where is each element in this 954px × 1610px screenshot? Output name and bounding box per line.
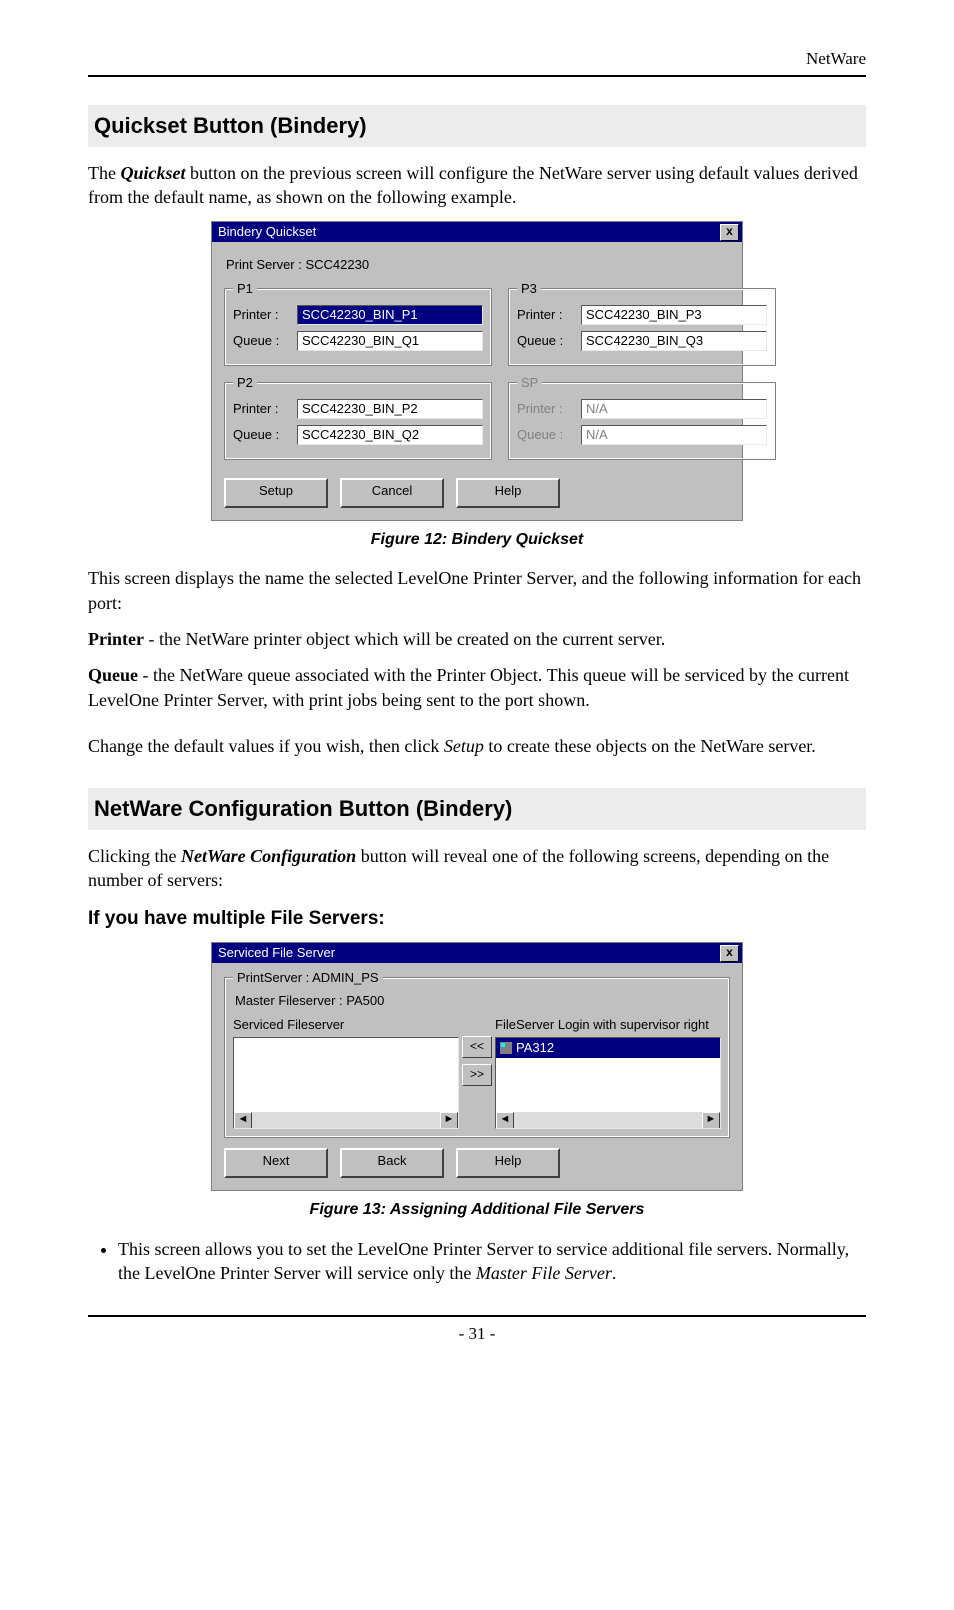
cancel-button[interactable]: Cancel [340, 478, 444, 508]
serviced-fileserver-list[interactable]: ◄ ► [233, 1037, 459, 1129]
dialog2-title: Serviced File Server [218, 944, 718, 962]
section2-subhead: If you have multiple File Servers: [88, 906, 866, 932]
para1-text-a: The [88, 163, 120, 183]
help-button[interactable]: Help [456, 1148, 560, 1178]
group-p1-legend: P1 [233, 280, 257, 298]
page-header-right: NetWare [88, 48, 866, 71]
p1-printer-label: Printer : [233, 306, 297, 324]
sp-queue-input[interactable] [581, 425, 767, 445]
sp-printer-input[interactable] [581, 399, 767, 419]
group-sp: SP Printer : Queue : [508, 382, 776, 460]
para3: Printer - the NetWare printer object whi… [88, 627, 866, 651]
page-number: - 31 - [88, 1323, 866, 1346]
para5: Change the default values if you wish, t… [88, 734, 866, 758]
right-hscrollbar[interactable]: ◄ ► [496, 1112, 720, 1128]
sp-printer-label: Printer : [517, 400, 581, 418]
para5-setup-word: Setup [444, 736, 484, 756]
server-icon [500, 1042, 512, 1054]
group-p2-legend: P2 [233, 374, 257, 392]
move-left-button[interactable]: << [462, 1036, 492, 1058]
s2p-bi: NetWare Configuration [181, 846, 356, 866]
bullet1-i: Master File Server [476, 1263, 612, 1283]
scroll-right-icon[interactable]: ► [440, 1112, 458, 1129]
dialog1-titlebar: Bindery Quickset x [212, 222, 742, 242]
group-printserver-legend: PrintServer : ADMIN_PS [233, 969, 383, 987]
figure12-caption: Figure 12: Bindery Quickset [88, 529, 866, 551]
section2-para: Clicking the NetWare Configuration butto… [88, 844, 866, 893]
para3-rest: - the NetWare printer object which will … [144, 629, 665, 649]
para1-text-c: button on the previous screen will confi… [88, 163, 858, 207]
bullet-1: This screen allows you to set the LevelO… [118, 1237, 866, 1286]
group-sp-legend: SP [517, 374, 542, 392]
setup-button[interactable]: Setup [224, 478, 328, 508]
scroll-left-icon[interactable]: ◄ [234, 1112, 252, 1129]
p3-printer-label: Printer : [517, 306, 581, 324]
group-printserver: PrintServer : ADMIN_PS Master Fileserver… [224, 977, 730, 1138]
para5-b: to create these objects on the NetWare s… [484, 736, 816, 756]
para5-a: Change the default values if you wish, t… [88, 736, 444, 756]
dialog2-titlebar: Serviced File Server x [212, 943, 742, 963]
close-icon[interactable]: x [720, 945, 739, 962]
move-right-button[interactable]: >> [462, 1064, 492, 1086]
figure13-caption: Figure 13: Assigning Additional File Ser… [88, 1199, 866, 1221]
section1-para1: The Quickset button on the previous scre… [88, 161, 866, 210]
dialog1-title: Bindery Quickset [218, 223, 718, 241]
p3-queue-label: Queue : [517, 332, 581, 350]
bullet1-b: . [612, 1263, 617, 1283]
para4: Queue - the NetWare queue associated wit… [88, 663, 866, 712]
available-fileserver-list[interactable]: PA312 ◄ ► [495, 1037, 721, 1129]
section2-heading: NetWare Configuration Button (Bindery) [88, 788, 866, 830]
para4-rest: - the NetWare queue associated with the … [88, 665, 849, 709]
p2-queue-input[interactable] [297, 425, 483, 445]
next-button[interactable]: Next [224, 1148, 328, 1178]
footer-divider [88, 1315, 866, 1317]
para2: This screen displays the name the select… [88, 566, 866, 615]
section1-heading: Quickset Button (Bindery) [88, 105, 866, 147]
header-divider [88, 75, 866, 77]
group-p3: P3 Printer : Queue : [508, 288, 776, 366]
print-server-label: Print Server : SCC42230 [226, 256, 730, 274]
right-list-label: FileServer Login with supervisor right [495, 1016, 721, 1034]
para1-quickset-word: Quickset [120, 163, 185, 183]
p3-queue-input[interactable] [581, 331, 767, 351]
sp-queue-label: Queue : [517, 426, 581, 444]
help-button[interactable]: Help [456, 478, 560, 508]
para4-bold: Queue [88, 665, 138, 685]
left-list-label: Serviced Fileserver [233, 1016, 459, 1034]
figure12-dialog: Bindery Quickset x Print Server : SCC422… [211, 221, 743, 521]
scroll-left-icon[interactable]: ◄ [496, 1112, 514, 1129]
group-p1: P1 Printer : Queue : [224, 288, 492, 366]
back-button[interactable]: Back [340, 1148, 444, 1178]
list-item[interactable]: PA312 [496, 1038, 720, 1058]
p2-printer-input[interactable] [297, 399, 483, 419]
master-fileserver-label: Master Fileserver : PA500 [235, 992, 721, 1010]
p2-printer-label: Printer : [233, 400, 297, 418]
left-hscrollbar[interactable]: ◄ ► [234, 1112, 458, 1128]
list-item-label: PA312 [516, 1039, 554, 1057]
group-p3-legend: P3 [517, 280, 541, 298]
scroll-right-icon[interactable]: ► [702, 1112, 720, 1129]
p3-printer-input[interactable] [581, 305, 767, 325]
group-p2: P2 Printer : Queue : [224, 382, 492, 460]
p1-queue-input[interactable] [297, 331, 483, 351]
para3-bold: Printer [88, 629, 144, 649]
p1-printer-input[interactable] [297, 305, 483, 325]
figure13-dialog: Serviced File Server x PrintServer : ADM… [211, 942, 743, 1191]
p1-queue-label: Queue : [233, 332, 297, 350]
s2p-a: Clicking the [88, 846, 181, 866]
p2-queue-label: Queue : [233, 426, 297, 444]
close-icon[interactable]: x [720, 224, 739, 241]
